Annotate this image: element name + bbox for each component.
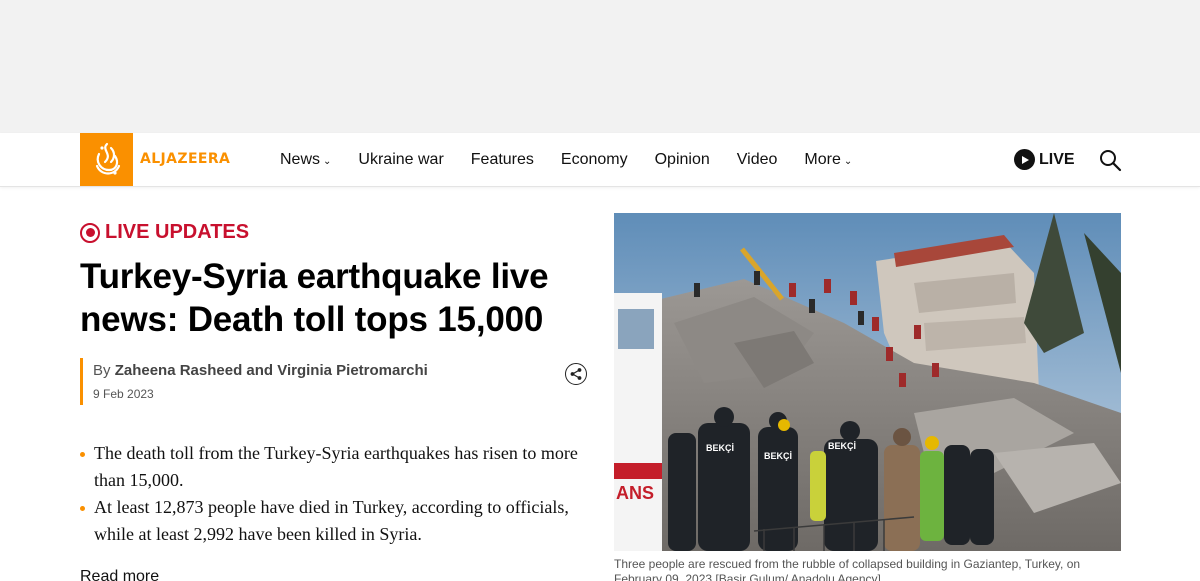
nav-item-ukraine-war[interactable]: Ukraine war — [358, 151, 443, 169]
nav-label: Economy — [560, 150, 628, 168]
live-button[interactable]: LIVE — [1014, 149, 1075, 170]
nav-item-economy[interactable]: Economy — [561, 151, 628, 169]
nav-label: Ukraine war — [358, 150, 444, 168]
author-line: By Zaheena Rasheed and Virginia Pietroma… — [93, 362, 520, 379]
nav-label: More — [804, 150, 841, 168]
live-updates-badge: LIVE UPDATES — [80, 221, 249, 244]
publish-date: 9 Feb 2023 — [93, 387, 154, 401]
ambulance-text: ANS — [616, 483, 654, 503]
vest-text: BEKÇİ — [706, 443, 734, 453]
vest-text: BEKÇİ — [764, 451, 792, 461]
author-names[interactable]: Zaheena Rasheed and Virginia Pietromarch… — [115, 362, 428, 379]
logo-wordmark[interactable]: ALJAZEERA — [140, 151, 230, 167]
nav-item-more[interactable]: More ⌄ — [804, 151, 852, 169]
live-label: LIVE — [1039, 150, 1075, 168]
nav-label: Opinion — [654, 150, 710, 168]
share-button[interactable] — [565, 363, 587, 385]
list-item: The death toll from the Turkey-Syria ear… — [80, 440, 590, 494]
ad-banner — [0, 0, 1200, 133]
list-item: At least 12,873 people have died in Turk… — [80, 494, 590, 548]
image-caption: Three people are rescued from the rubble… — [614, 557, 1081, 581]
live-dot-icon — [80, 222, 100, 243]
share-icon — [570, 368, 582, 380]
live-updates-text: LIVE UPDATES — [105, 221, 250, 243]
summary-list: The death toll from the Turkey-Syria ear… — [80, 440, 590, 548]
rescue-scene-illustration: ANS BEKÇİ BEKÇİ BEKÇİ — [614, 213, 1121, 551]
aljazeera-logo-icon — [95, 142, 120, 175]
nav-item-news[interactable]: News ⌄ — [280, 151, 331, 169]
logo-mark[interactable] — [80, 133, 133, 186]
hero-image: ANS BEKÇİ BEKÇİ BEKÇİ — [614, 213, 1121, 551]
chevron-down-icon: ⌄ — [843, 156, 853, 167]
nav-label: Video — [736, 150, 778, 168]
main-nav: News ⌄ Ukraine war Features Economy Opin… — [280, 133, 879, 186]
nav-label: Features — [470, 150, 534, 168]
nav-item-opinion[interactable]: Opinion — [655, 151, 710, 169]
search-icon[interactable] — [1098, 148, 1122, 172]
byline: By Zaheena Rasheed and Virginia Pietroma… — [80, 358, 520, 405]
read-more-link[interactable]: Read more — [80, 568, 159, 581]
site-header: ALJAZEERA News ⌄ Ukraine war Features Ec… — [0, 133, 1200, 187]
play-icon — [1014, 149, 1035, 170]
by-prefix: By — [93, 362, 111, 379]
article-headline: Turkey-Syria earthquake live news: Death… — [80, 257, 549, 339]
nav-item-features[interactable]: Features — [471, 151, 534, 169]
nav-label: News — [280, 150, 321, 168]
nav-item-video[interactable]: Video — [737, 151, 778, 169]
chevron-down-icon: ⌄ — [323, 156, 332, 167]
vest-text: BEKÇİ — [828, 441, 856, 451]
